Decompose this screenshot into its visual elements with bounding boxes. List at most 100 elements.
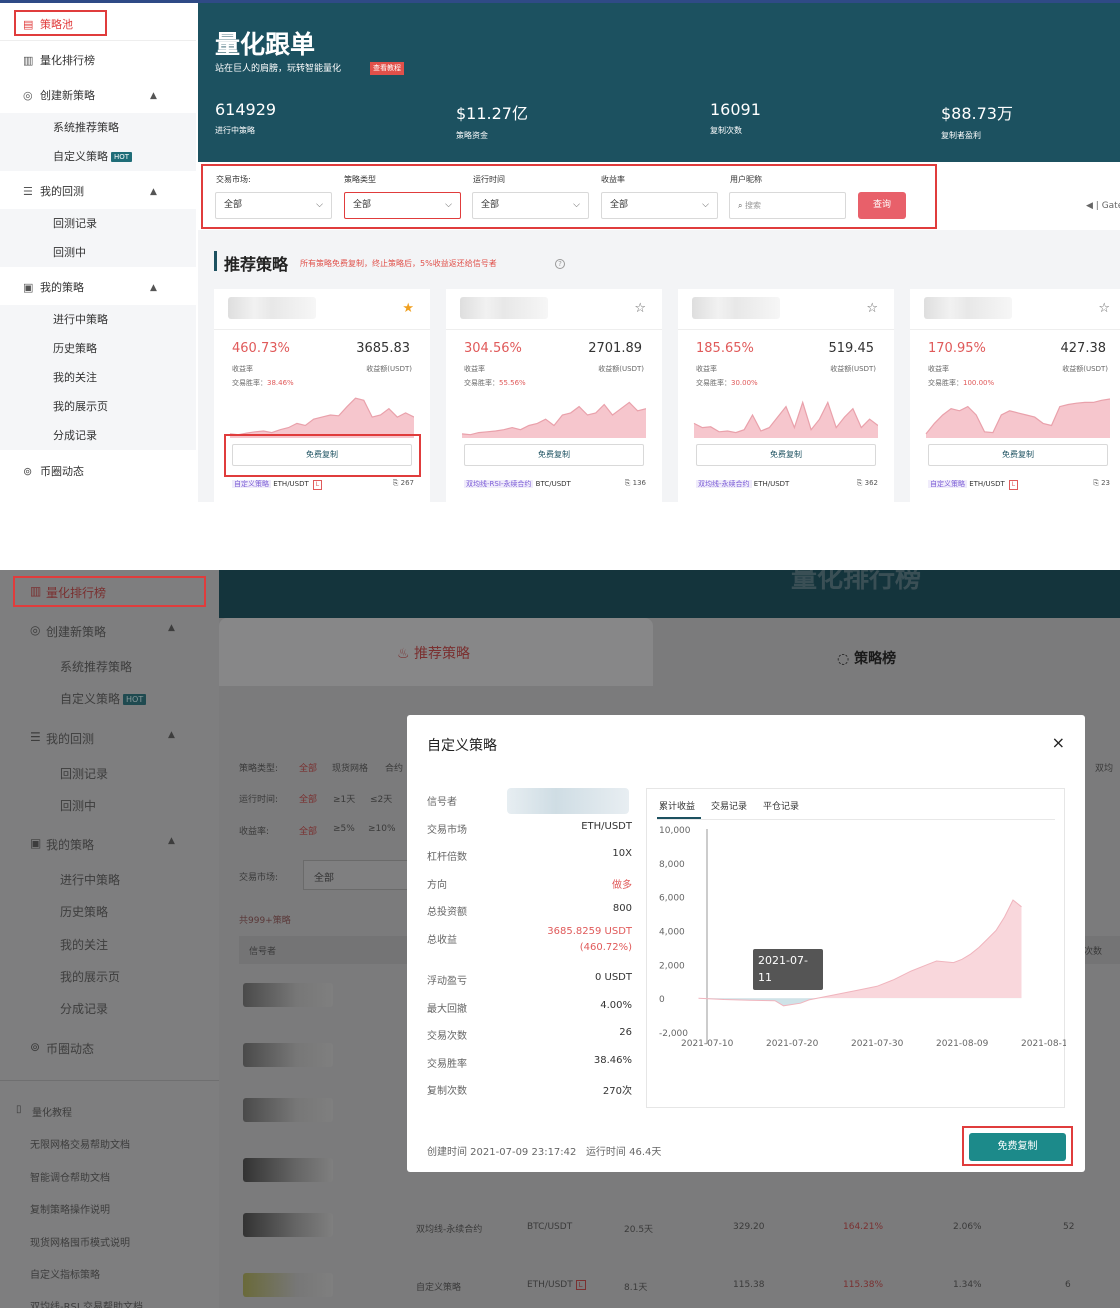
signal-avatar-blur bbox=[507, 788, 629, 814]
doc-link[interactable]: 无限网格交易帮助文档 bbox=[30, 1136, 130, 1151]
card-amount-label: 收益额(USDT) bbox=[598, 365, 644, 373]
hot-badge: HOT bbox=[111, 152, 133, 162]
bg-filter-all[interactable]: 全部 bbox=[299, 761, 317, 774]
bg-market-select[interactable]: 全部 bbox=[303, 860, 413, 890]
bg-filter-label: 策略类型: bbox=[239, 764, 279, 774]
sidebar-sub-label: 分成记录 bbox=[53, 429, 97, 442]
bg-filter-all[interactable]: 全部 bbox=[299, 824, 317, 837]
strategy-card[interactable]: ☆ 170.95% 427.38 收益率 收益额(USDT) 交易胜率：100.00% 免费… bbox=[910, 289, 1120, 502]
doc-link[interactable]: 智能调仓帮助文档 bbox=[30, 1169, 110, 1184]
sidebar-sub-running[interactable]: 进行中策略 bbox=[0, 305, 196, 334]
sidebar-item-backtest[interactable]: ☰ 我的回测 ▲ bbox=[0, 177, 196, 207]
card-amount: 519.45 bbox=[828, 341, 875, 356]
tab-recommend[interactable]: ♨ 推荐策略 bbox=[219, 618, 653, 686]
free-copy-button[interactable]: 免费复制 bbox=[464, 444, 644, 466]
chart-tab-closed[interactable]: 平仓记录 bbox=[763, 799, 799, 812]
star-filled-icon[interactable]: ★ bbox=[402, 301, 414, 316]
star-outline-icon[interactable]: ☆ bbox=[634, 301, 646, 316]
chart-tab-trades[interactable]: 交易记录 bbox=[711, 799, 747, 812]
winrate-label: 交易胜率： bbox=[232, 379, 267, 387]
sidebar-item-create[interactable]: ◎ 创建新策略 ▲ bbox=[0, 81, 196, 111]
bg-filter-all[interactable]: 全部 bbox=[299, 792, 317, 805]
sidebar-sub-showcase[interactable]: 我的展示页 bbox=[0, 392, 196, 421]
bg-filter-label: 收益率: bbox=[239, 827, 270, 837]
card-return-label: 收益率 bbox=[464, 365, 485, 373]
sidebar-sub-share[interactable]: 分成记录 bbox=[0, 421, 196, 450]
doc-link[interactable]: 现货网格囤币模式说明 bbox=[30, 1234, 130, 1249]
stat-label: 复制次数 bbox=[710, 126, 742, 135]
bar-chart-icon: ▥ bbox=[23, 54, 34, 67]
book-icon: ▯ bbox=[16, 1104, 22, 1115]
bg-filter-opt[interactable]: 双均 bbox=[1095, 761, 1113, 774]
bg-filter-opt[interactable]: 现货网格 bbox=[332, 761, 368, 774]
sidebar-sub-history[interactable]: 历史策略 bbox=[60, 903, 108, 920]
tab-board[interactable]: ◌ 策略榜 bbox=[653, 618, 1120, 686]
sidebar-item-ranking[interactable]: ▥ 量化排行榜 bbox=[0, 46, 196, 76]
bg-filter-opt[interactable]: ≤2天 bbox=[370, 792, 392, 805]
tutorial-link[interactable]: 查看教程 bbox=[370, 62, 404, 75]
divider bbox=[0, 1080, 219, 1081]
doc-link[interactable]: 自定义指标策略 bbox=[30, 1266, 100, 1281]
detail-value: 做多 bbox=[612, 880, 632, 891]
sparkline-chart bbox=[229, 397, 414, 438]
pair: ETH/USDT bbox=[969, 480, 1005, 488]
copy-doc-icon: ⎘ bbox=[856, 479, 865, 487]
free-copy-button[interactable]: 免费复制 bbox=[928, 444, 1108, 466]
sidebar-sub-system[interactable]: 系统推荐策略 bbox=[60, 658, 132, 675]
chart-tab-cumulative[interactable]: 累计收益 bbox=[659, 799, 695, 812]
sidebar-sub-testing[interactable]: 回测中 bbox=[60, 797, 96, 814]
divider bbox=[0, 40, 196, 41]
announcement[interactable]: ◀ | Gate bbox=[1086, 201, 1120, 211]
sidebar-item-mine[interactable]: ▣ 我的策略 ▲ bbox=[0, 273, 196, 303]
sparkline-area bbox=[462, 402, 646, 438]
strategy-card[interactable]: ☆ 185.65% 519.45 收益率 收益额(USDT) 交易胜率：30.00% 免费复… bbox=[678, 289, 894, 502]
close-icon[interactable]: × bbox=[1052, 733, 1065, 752]
detail-value: 3685.8259 USDT bbox=[547, 926, 632, 937]
divider bbox=[678, 329, 894, 330]
doc-link[interactable]: 双均线-RSI 交易帮助文档 bbox=[30, 1298, 143, 1308]
free-copy-button[interactable]: 免费复制 bbox=[696, 444, 876, 466]
sidebar-item-label: 我的回测 bbox=[46, 732, 95, 746]
sidebar-sub-custom[interactable]: 自定义策略 HOT bbox=[0, 142, 196, 171]
sidebar-sub-records[interactable]: 回测记录 bbox=[0, 209, 196, 238]
bottom-screenshot: ▥ 量化排行榜 ◎ 创建新策略 ▲ 系统推荐策略 自定义策略 HOT ☰ 我的回测 ▲ 回测… bbox=[0, 570, 1120, 1308]
bg-filter-opt[interactable]: ≥10% bbox=[368, 824, 396, 834]
chart-panel: 累计收益 交易记录 平仓记录 10,000 8,000 6,000 4,000 2,00… bbox=[646, 788, 1066, 1108]
detail-label: 杠杆倍数 bbox=[427, 852, 467, 863]
y-tick-label: 10,000 bbox=[659, 826, 691, 836]
detail-value: 26 bbox=[619, 1027, 632, 1038]
bg-filter-opt[interactable]: 合约 bbox=[385, 761, 403, 774]
sidebar-item-news[interactable]: ⊚ 币圈动态 bbox=[0, 457, 196, 487]
star-outline-icon[interactable]: ☆ bbox=[1098, 301, 1110, 316]
sidebar-sub-share[interactable]: 分成记录 bbox=[60, 1000, 108, 1017]
bg-filter-opt[interactable]: ≥5% bbox=[333, 824, 355, 834]
avatar-blur bbox=[243, 1158, 333, 1182]
sidebar-sub-testing[interactable]: 回测中 bbox=[0, 238, 196, 267]
stat-value: $11.27亿 bbox=[456, 104, 528, 123]
doc-link[interactable]: 复制策略操作说明 bbox=[30, 1201, 110, 1216]
highlight-box bbox=[14, 10, 107, 36]
sidebar-sub-system[interactable]: 系统推荐策略 bbox=[0, 113, 196, 142]
card-winrate: 交易胜率：100.00% bbox=[928, 378, 994, 388]
avatar-blur bbox=[243, 1273, 333, 1297]
pair: BTC/USDT bbox=[535, 480, 571, 488]
strategy-card[interactable]: ☆ 304.56% 2701.89 收益率 收益额(USDT) 交易胜率：55.56% 免费… bbox=[446, 289, 662, 502]
bg-filter-opt[interactable]: ≥1天 bbox=[333, 792, 355, 805]
sidebar: ▤ 策略池 ▥ 量化排行榜 ◎ 创建新策略 ▲ 系统推荐策略 自定义策略 HOT … bbox=[0, 3, 196, 502]
card-amount-label: 收益额(USDT) bbox=[366, 365, 412, 373]
star-outline-icon[interactable]: ☆ bbox=[866, 301, 878, 316]
help-icon[interactable]: ? bbox=[555, 259, 565, 269]
sidebar-sub-follow[interactable]: 我的关注 bbox=[60, 936, 108, 953]
sidebar-sub-custom[interactable]: 自定义策略 HOT bbox=[60, 690, 147, 707]
sidebar-sub-records[interactable]: 回测记录 bbox=[60, 765, 108, 782]
chevron-up-icon: ▲ bbox=[168, 730, 175, 740]
bg-filter-label: 运行时间: bbox=[239, 795, 279, 805]
sidebar-sub-running[interactable]: 进行中策略 bbox=[60, 871, 120, 888]
card-footer: 双均线-RSI-永续合约 BTC/USDT bbox=[464, 479, 571, 489]
sidebar-sub-history[interactable]: 历史策略 bbox=[0, 334, 196, 363]
select-value: 全部 bbox=[314, 873, 334, 884]
sidebar-sub-follow[interactable]: 我的关注 bbox=[0, 363, 196, 392]
sidebar-sub-showcase[interactable]: 我的展示页 bbox=[60, 968, 120, 985]
page-title: 量化排行榜 bbox=[791, 570, 922, 594]
avatar-blur bbox=[460, 297, 548, 319]
